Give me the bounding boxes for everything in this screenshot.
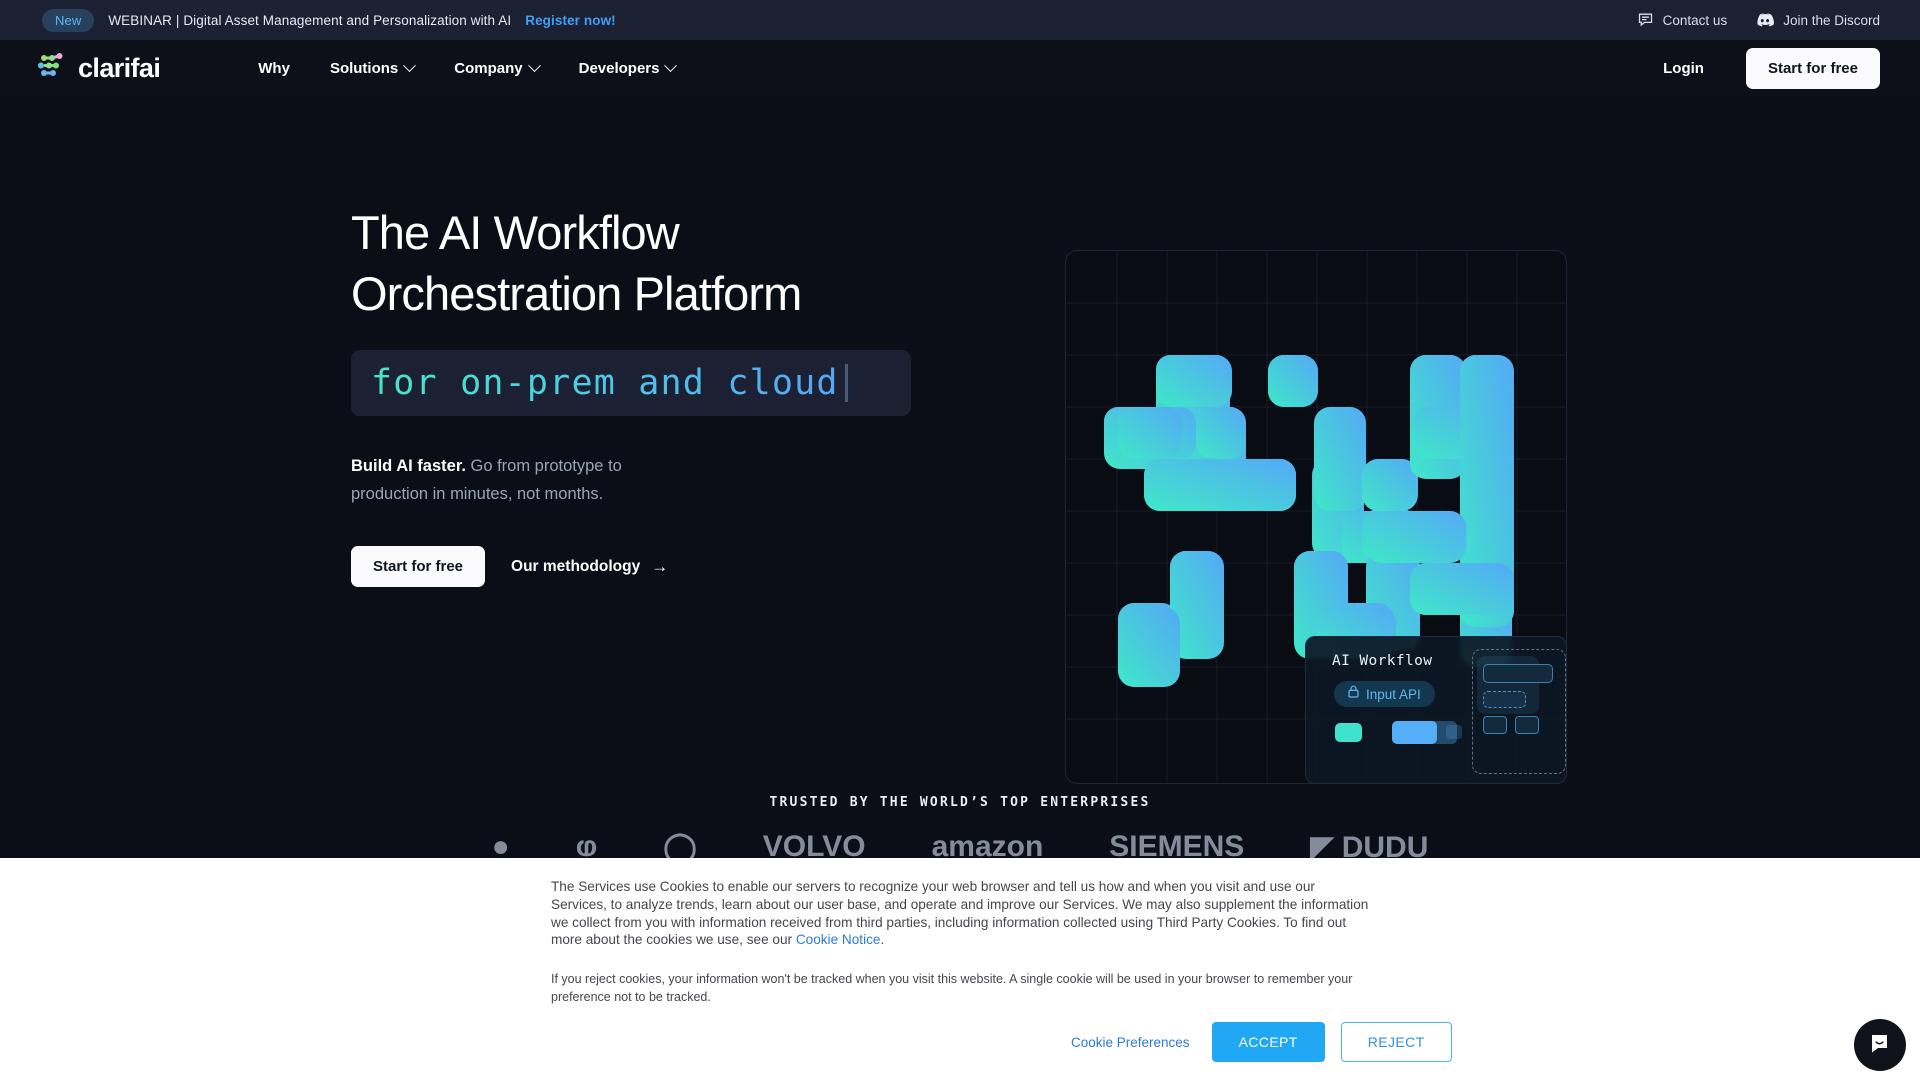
cookie-consent-banner: The Services use Cookies to enable our s… [0, 858, 1920, 1080]
discord-icon [1755, 13, 1775, 27]
cookie-p1-text-b: . [880, 932, 885, 948]
nav-label-company: Company [454, 59, 523, 77]
nav-label-developers: Developers [578, 59, 660, 77]
cookie-banner-actions: Cookie Preferences ACCEPT REJECT [1065, 1022, 1452, 1062]
text-cursor [844, 364, 848, 402]
chevron-down-icon [664, 58, 678, 72]
hero-subtitle-bold: Build AI faster. [351, 457, 466, 475]
ai-workflow-card: AI Workflow Input API [1305, 636, 1567, 784]
nav-start-for-free-button[interactable]: Start for free [1745, 47, 1880, 89]
hero-code-text: for on-prem and cloud [371, 363, 839, 403]
nav-right: Login Start for free [1663, 47, 1880, 89]
contact-us-link[interactable]: Contact us [1638, 12, 1728, 28]
arrow-right-icon: → [651, 557, 669, 576]
nav-item-solutions[interactable]: Solutions [329, 58, 417, 77]
cookie-accept-button[interactable]: ACCEPT [1211, 1022, 1325, 1062]
cookie-reject-button[interactable]: REJECT [1340, 1022, 1452, 1062]
page-title: The AI Workflow Orchestration Platform [351, 202, 971, 324]
input-api-chip[interactable]: Input API [1334, 681, 1435, 707]
clarifai-logo-link[interactable]: clarifai [36, 50, 161, 86]
intercom-chat-icon [1869, 1032, 1891, 1059]
hero-subtitle: Build AI faster. Go from prototype to pr… [351, 452, 651, 508]
cookie-notice-link[interactable]: Cookie Notice [796, 932, 881, 947]
nav-links: Why Solutions Company Developers [258, 58, 678, 77]
panel-square-2 [1515, 716, 1539, 734]
panel-square-1 [1483, 716, 1507, 734]
panel-dashed-item [1483, 691, 1526, 708]
ai-workflow-card-title: AI Workflow [1332, 653, 1433, 669]
our-methodology-label: Our methodology [511, 557, 641, 575]
cookie-p1-text-a: The Services use Cookies to enable our s… [551, 879, 1369, 948]
chevron-down-icon [403, 58, 417, 72]
hero-heading-line1: The AI Workflow [351, 206, 680, 259]
our-methodology-link[interactable]: Our methodology → [511, 558, 668, 576]
workflow-node-blue-ghost2 [1446, 725, 1462, 739]
workflow-node-blue [1392, 721, 1437, 744]
main-navigation: clarifai Why Solutions Company Developer… [0, 40, 1920, 96]
cookie-banner-text: The Services use Cookies to enable our s… [551, 878, 1369, 1006]
workflow-node-teal [1335, 723, 1362, 742]
announcement-text: WEBINAR | Digital Asset Management and P… [108, 12, 512, 28]
hero-content: The AI Workflow Orchestration Platform f… [351, 202, 971, 587]
cookie-paragraph-2: If you reject cookies, your information … [551, 972, 1353, 1004]
cookie-paragraph-1: The Services use Cookies to enable our s… [551, 878, 1369, 949]
cookie-preferences-button[interactable]: Cookie Preferences [1065, 1027, 1196, 1058]
trusted-by-heading: TRUSTED BY THE WORLD’S TOP ENTERPRISES [769, 795, 1151, 810]
input-api-label: Input API [1366, 686, 1421, 702]
announcement-bar: New WEBINAR | Digital Asset Management a… [0, 0, 1920, 40]
nav-item-company[interactable]: Company [454, 58, 541, 77]
join-discord-link[interactable]: Join the Discord [1755, 13, 1880, 28]
intercom-chat-button[interactable] [1854, 1019, 1906, 1071]
nav-item-developers[interactable]: Developers [578, 58, 678, 77]
workflow-dashed-panel [1472, 649, 1566, 774]
hero-code-highlight: for on-prem and cloud [351, 350, 911, 416]
chevron-down-icon [527, 58, 541, 72]
contact-us-label: Contact us [1662, 12, 1728, 28]
login-link[interactable]: Login [1663, 60, 1704, 77]
new-badge: New [42, 8, 95, 32]
logo-wordmark: clarifai [78, 52, 161, 83]
announcement-right: Contact us Join the Discord [1638, 12, 1880, 28]
page-root: New WEBINAR | Digital Asset Management a… [0, 0, 1920, 1080]
register-now-link[interactable]: Register now! [525, 13, 616, 28]
nav-label-why: Why [258, 59, 290, 77]
join-discord-label: Join the Discord [1783, 12, 1880, 28]
hero-section: The AI Workflow Orchestration Platform f… [0, 96, 1920, 796]
hero-start-for-free-button[interactable]: Start for free [351, 546, 486, 587]
clarifai-network-logo [36, 50, 67, 86]
chat-bubble-icon [1638, 12, 1654, 28]
hero-heading-line2: Orchestration Platform [351, 267, 802, 320]
nav-item-why[interactable]: Why [258, 60, 290, 77]
announcement-left: New WEBINAR | Digital Asset Management a… [42, 8, 616, 32]
hero-cta-group: Start for free Our methodology → [351, 546, 971, 587]
nav-label-solutions: Solutions [329, 59, 399, 77]
panel-bar [1483, 664, 1553, 683]
lock-icon [1348, 685, 1359, 703]
